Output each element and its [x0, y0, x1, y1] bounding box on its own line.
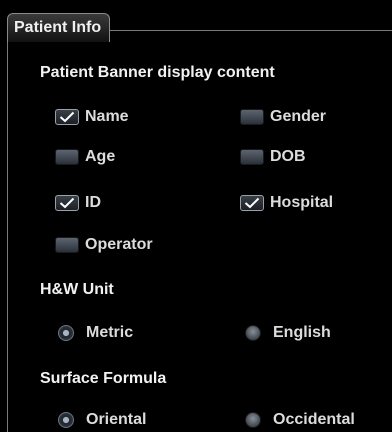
checkbox-age[interactable]: Age — [55, 146, 115, 168]
checkbox-dob[interactable]: DOB — [240, 146, 306, 168]
group-title-tab: Patient Info — [7, 13, 111, 42]
checkbox-checked-icon — [55, 109, 79, 125]
checkbox-label: ID — [85, 194, 101, 211]
checkbox-unchecked-icon — [55, 237, 79, 253]
checkbox-unchecked-icon — [55, 149, 79, 165]
checkbox-label: DOB — [270, 148, 306, 165]
checkbox-operator[interactable]: Operator — [55, 234, 153, 256]
radio-selected-icon — [58, 325, 74, 341]
radio-selected-icon — [58, 412, 74, 428]
checkbox-checked-icon — [240, 195, 264, 211]
checkbox-unchecked-icon — [240, 109, 264, 125]
patient-info-panel: Patient Info Patient Banner display cont… — [0, 0, 392, 432]
hw-unit-heading: H&W Unit — [40, 281, 114, 298]
checkbox-label: Age — [85, 148, 116, 165]
group-frame-top-line — [146, 30, 392, 31]
radio-label: Metric — [86, 324, 134, 341]
checkbox-checked-icon — [55, 195, 79, 211]
radio-label: English — [273, 324, 331, 341]
checkbox-label: Operator — [85, 236, 153, 253]
radio-unselected-icon — [245, 412, 261, 428]
surface-formula-heading: Surface Formula — [40, 370, 167, 387]
checkbox-label: Name — [85, 108, 129, 125]
checkbox-hospital[interactable]: Hospital — [240, 192, 333, 214]
radio-label: Occidental — [273, 411, 355, 428]
checkbox-label: Hospital — [270, 194, 334, 211]
radio-label: Oriental — [86, 411, 147, 428]
radio-english[interactable]: English — [245, 322, 331, 344]
checkbox-name[interactable]: Name — [55, 106, 129, 128]
radio-occidental[interactable]: Occidental — [245, 409, 355, 431]
checkbox-gender[interactable]: Gender — [240, 106, 326, 128]
checkbox-label: Gender — [270, 108, 327, 125]
checkbox-id[interactable]: ID — [55, 192, 101, 214]
radio-metric[interactable]: Metric — [58, 322, 133, 344]
checkbox-unchecked-icon — [240, 149, 264, 165]
banner-heading: Patient Banner display content — [40, 64, 275, 81]
radio-unselected-icon — [245, 325, 261, 341]
radio-oriental[interactable]: Oriental — [58, 409, 146, 431]
